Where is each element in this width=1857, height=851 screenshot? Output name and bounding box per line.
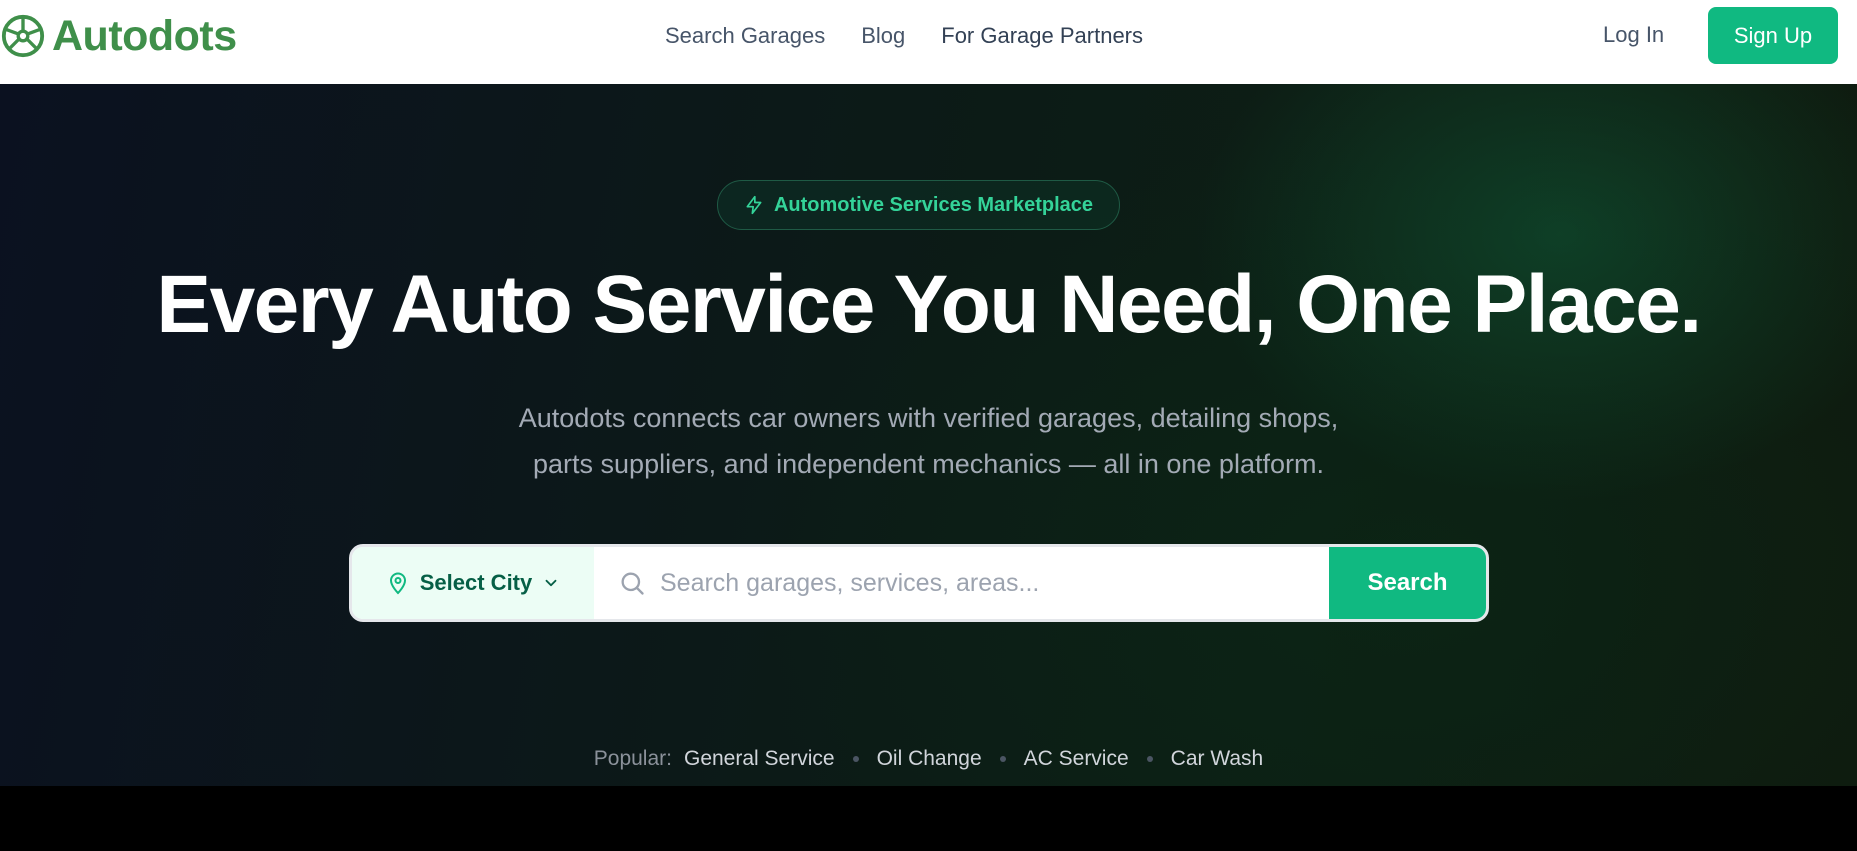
city-select[interactable]: Select City (352, 547, 594, 619)
popular-tag-ac-service[interactable]: AC Service (1024, 747, 1129, 771)
hero-section: Automotive Services Marketplace Every Au… (0, 84, 1857, 786)
search-input[interactable] (660, 568, 1300, 598)
popular-tag-car-wash[interactable]: Car Wash (1171, 747, 1264, 771)
site-header: Autodots Search Garages Blog For Garage … (0, 0, 1857, 84)
nav-for-garage-partners[interactable]: For Garage Partners (941, 23, 1143, 49)
popular-tag-general-service[interactable]: General Service (684, 747, 835, 771)
search-bar: Select City Search (349, 544, 1489, 622)
brand-name: Autodots (52, 11, 237, 60)
popular-tag-oil-change[interactable]: Oil Change (877, 747, 982, 771)
search-icon (621, 572, 644, 595)
hero-subtitle: Autodots connects car owners with verifi… (0, 395, 1857, 487)
page-bottom-band (0, 786, 1857, 851)
separator-dot (852, 756, 859, 762)
signup-button[interactable]: Sign Up (1708, 7, 1838, 64)
popular-label: Popular: (593, 747, 672, 770)
chevron-down-icon (545, 579, 557, 587)
search-field (594, 547, 1329, 619)
separator-dot (1146, 756, 1153, 762)
popular-searches: Popular: General Service Oil Change AC S… (0, 747, 1857, 771)
lightning-icon (746, 195, 762, 215)
nav-search-garages[interactable]: Search Garages (665, 23, 825, 49)
nav-blog[interactable]: Blog (861, 23, 905, 49)
search-button[interactable]: Search (1329, 547, 1486, 619)
logo[interactable]: Autodots (0, 12, 237, 60)
login-link[interactable]: Log In (1603, 22, 1664, 48)
map-pin-icon (389, 572, 406, 595)
badge-label: Automotive Services Marketplace (773, 193, 1094, 216)
separator-dot (999, 756, 1006, 762)
main-nav: Search Garages Blog For Garage Partners (665, 0, 1143, 72)
hero-subtitle-line-2: parts suppliers, and independent mechani… (533, 449, 1324, 479)
marketplace-badge: Automotive Services Marketplace (717, 180, 1120, 230)
hero-headline: Every Auto Service You Need, One Place. (156, 259, 1702, 350)
hero-subtitle-line-1: Autodots connects car owners with verifi… (518, 403, 1339, 433)
city-select-label: Select City (419, 570, 533, 595)
steering-wheel-icon (1, 14, 45, 58)
